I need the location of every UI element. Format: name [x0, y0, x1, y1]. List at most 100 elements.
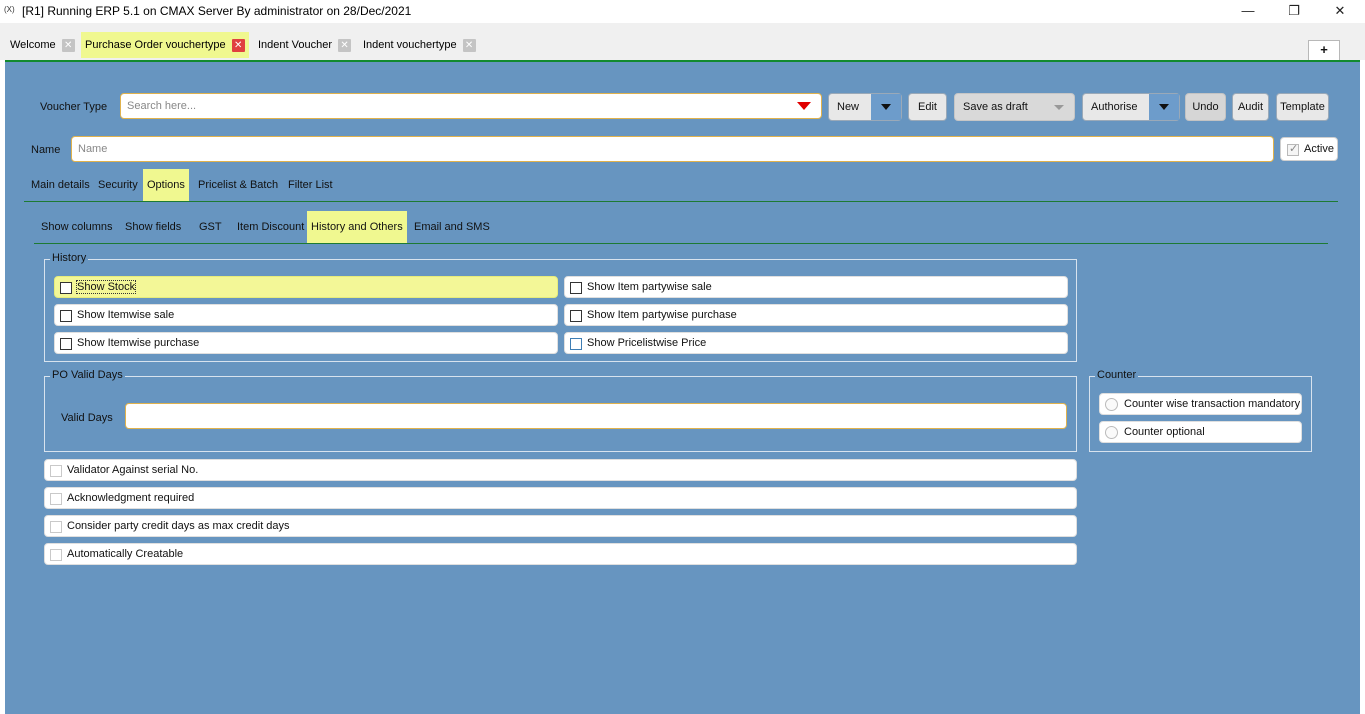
show-stock-checkbox[interactable]: Show Stock	[54, 276, 558, 298]
subtab-history-and-others[interactable]: History and Others	[307, 211, 407, 243]
history-title: History	[50, 252, 89, 264]
tab-close-icon[interactable]: ✕	[338, 38, 352, 52]
checkbox-label: Show Item partywise sale	[587, 281, 712, 293]
chevron-down-icon[interactable]	[1054, 105, 1064, 110]
show-item-partywise-purchase-checkbox[interactable]: Show Item partywise purchase	[564, 304, 1068, 326]
active-label: Active	[1304, 143, 1334, 155]
counter-group: Counter Counter wise transaction mandato…	[1089, 369, 1312, 452]
tab-close-icon[interactable]: ✕	[231, 38, 245, 52]
tab-main-details[interactable]: Main details	[27, 169, 94, 201]
radio-label: Counter optional	[1124, 426, 1205, 438]
checkbox-icon[interactable]	[50, 549, 62, 561]
tab-label: Indent Voucher	[258, 39, 333, 51]
radio-icon[interactable]	[1105, 398, 1118, 411]
subtab-email-and-sms[interactable]: Email and SMS	[410, 211, 494, 243]
checkbox-icon[interactable]	[60, 310, 72, 322]
tab-divider	[24, 201, 1338, 202]
show-itemwise-purchase-checkbox[interactable]: Show Itemwise purchase	[54, 332, 558, 354]
checkbox-icon[interactable]	[50, 521, 62, 533]
radio-icon[interactable]	[1105, 426, 1118, 439]
tab-purchase-order-vouchertype[interactable]: Purchase Order vouchertype ✕	[81, 32, 249, 58]
tab-welcome[interactable]: Welcome ✕	[6, 34, 79, 56]
checkbox-icon[interactable]	[60, 338, 72, 350]
checkbox-label: Acknowledgment required	[67, 492, 195, 504]
voucher-type-search[interactable]	[120, 93, 822, 119]
radio-label: Counter wise transaction mandatory	[1124, 398, 1301, 410]
authorise-label: Authorise	[1091, 101, 1138, 113]
valid-days-input[interactable]	[126, 404, 1066, 428]
search-input[interactable]	[121, 94, 821, 118]
subtab-gst[interactable]: GST	[195, 211, 226, 243]
counter-mandatory-radio[interactable]: Counter wise transaction mandatory	[1099, 393, 1302, 415]
name-field[interactable]	[71, 136, 1274, 162]
tab-close-icon[interactable]: ✕	[61, 38, 75, 52]
show-pricelistwise-price-checkbox[interactable]: Show Pricelistwise Price	[564, 332, 1068, 354]
tab-label: Purchase Order vouchertype	[85, 39, 226, 51]
counter-optional-radio[interactable]: Counter optional	[1099, 421, 1302, 443]
checkbox-icon[interactable]	[570, 338, 582, 350]
checkbox-label: Validator Against serial No.	[67, 464, 199, 476]
template-button[interactable]: Template	[1276, 93, 1329, 121]
subtab-divider	[34, 243, 1328, 244]
checkbox-label: Show Stock	[75, 280, 137, 294]
close-icon[interactable]: ✕	[1330, 2, 1350, 20]
audit-button[interactable]: Audit	[1232, 93, 1269, 121]
chevron-down-icon[interactable]	[871, 94, 901, 120]
edit-button[interactable]: Edit	[908, 93, 947, 121]
checkbox-label: Show Itemwise sale	[77, 309, 175, 321]
tab-indent-vouchertype[interactable]: Indent vouchertype ✕	[359, 34, 480, 56]
tab-close-icon[interactable]: ✕	[462, 38, 476, 52]
save-as-draft-label: Save as draft	[963, 101, 1028, 113]
checkbox-label: Automatically Creatable	[67, 548, 184, 560]
chevron-down-icon[interactable]	[1149, 94, 1179, 120]
validator-serial-checkbox[interactable]: Validator Against serial No.	[44, 459, 1077, 481]
tab-security[interactable]: Security	[94, 169, 142, 201]
window-title: [R1] Running ERP 5.1 on CMAX Server By a…	[22, 4, 412, 18]
new-button[interactable]: New	[828, 93, 902, 121]
checkbox-icon[interactable]	[50, 493, 62, 505]
new-label: New	[837, 101, 860, 113]
party-credit-days-checkbox[interactable]: Consider party credit days as max credit…	[44, 515, 1077, 537]
tab-options[interactable]: Options	[143, 169, 189, 201]
active-checkbox[interactable]: Active	[1280, 137, 1338, 161]
title-bar: (X) [R1] Running ERP 5.1 on CMAX Server …	[0, 0, 1365, 23]
undo-button[interactable]: Undo	[1185, 93, 1226, 121]
dropdown-arrow-icon[interactable]	[797, 102, 811, 110]
checkbox-icon[interactable]	[570, 310, 582, 322]
checkbox-icon[interactable]	[60, 282, 72, 294]
checkbox-icon[interactable]	[570, 282, 582, 294]
checkbox-label: Show Item partywise purchase	[587, 309, 737, 321]
app-icon: (X)	[4, 5, 15, 14]
checkbox-label: Show Pricelistwise Price	[587, 337, 707, 349]
voucher-type-form: Voucher Type New Edit Save as draft Auth…	[5, 60, 1360, 714]
tab-pricelist-batch[interactable]: Pricelist & Batch	[194, 169, 282, 201]
show-item-partywise-sale-checkbox[interactable]: Show Item partywise sale	[564, 276, 1068, 298]
tab-filter-list[interactable]: Filter List	[284, 169, 337, 201]
minimize-icon[interactable]: —	[1238, 2, 1258, 20]
po-valid-days-group: PO Valid Days Valid Days	[44, 369, 1077, 452]
subtab-item-discount[interactable]: Item Discount	[233, 211, 308, 243]
valid-days-label: Valid Days	[61, 412, 113, 424]
name-input[interactable]	[72, 137, 1273, 161]
valid-days-field[interactable]	[125, 403, 1067, 429]
add-tab-button[interactable]: +	[1308, 40, 1340, 60]
voucher-type-label: Voucher Type	[40, 101, 108, 113]
document-tab-strip: Welcome ✕ Purchase Order vouchertype ✕ Ind…	[0, 23, 1365, 60]
authorise-button[interactable]: Authorise	[1082, 93, 1180, 121]
checkbox-label: Show Itemwise purchase	[77, 337, 200, 349]
save-as-draft-button[interactable]: Save as draft	[954, 93, 1075, 121]
tab-label: Indent vouchertype	[363, 39, 457, 51]
history-group: History Show Stock Show Itemwise sale Sh…	[44, 252, 1077, 362]
restore-icon[interactable]: ❐	[1284, 2, 1304, 20]
show-itemwise-sale-checkbox[interactable]: Show Itemwise sale	[54, 304, 558, 326]
counter-title: Counter	[1095, 369, 1139, 381]
subtab-show-fields[interactable]: Show fields	[121, 211, 185, 243]
subtab-show-columns[interactable]: Show columns	[37, 211, 117, 243]
checkbox-checked-icon[interactable]	[1287, 142, 1299, 156]
checkbox-icon[interactable]	[50, 465, 62, 477]
automatically-creatable-checkbox[interactable]: Automatically Creatable	[44, 543, 1077, 565]
checkbox-label: Consider party credit days as max credit…	[67, 520, 290, 532]
tab-label: Welcome	[10, 39, 56, 51]
tab-indent-voucher[interactable]: Indent Voucher ✕	[254, 34, 355, 56]
acknowledgment-required-checkbox[interactable]: Acknowledgment required	[44, 487, 1077, 509]
